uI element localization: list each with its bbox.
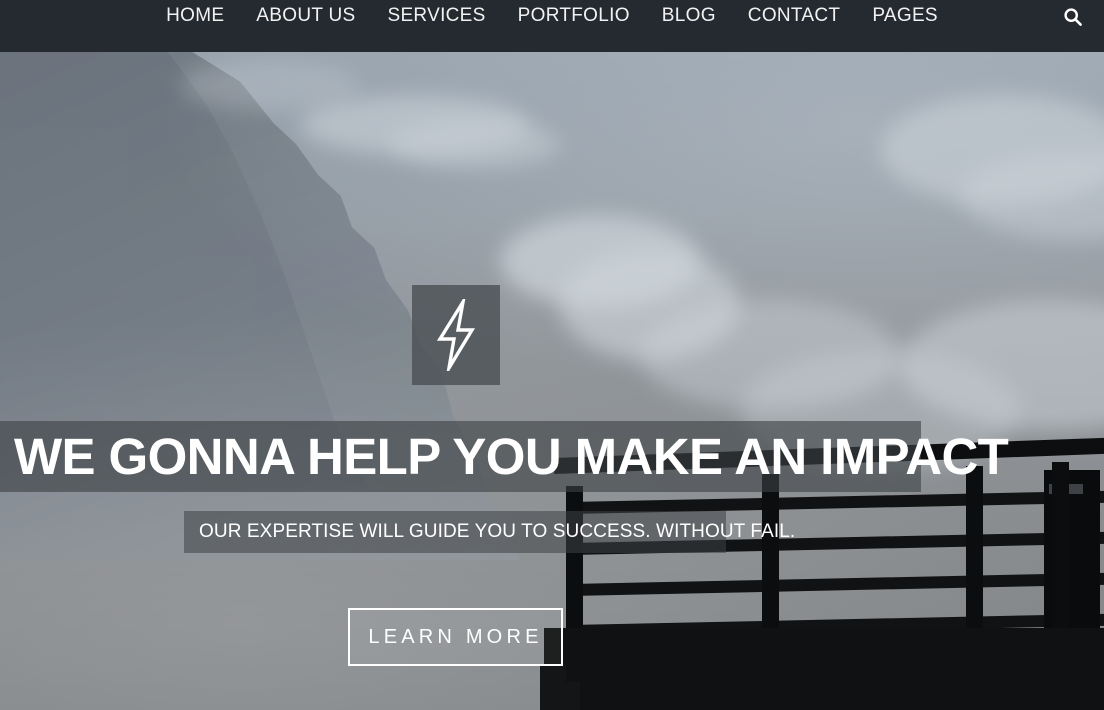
page-root: HOME ABOUT US SERVICES PORTFOLIO BLOG CO…: [0, 0, 1104, 710]
nav-item-contact[interactable]: CONTACT: [732, 3, 857, 29]
nav-item-blog[interactable]: BLOG: [646, 3, 732, 29]
subheadline-band: OUR EXPERTISE WILL GUIDE YOU TO SUCCESS.…: [184, 511, 795, 553]
learn-more-button[interactable]: LEARN MORE: [348, 608, 563, 666]
hero-logo-badge: [412, 285, 500, 385]
nav-item-home[interactable]: HOME: [150, 3, 240, 29]
headline-band: WE GONNA HELP YOU MAKE AN IMPACT: [0, 421, 1009, 492]
main-navigation: HOME ABOUT US SERVICES PORTFOLIO BLOG CO…: [0, 0, 1104, 52]
nav-item-portfolio[interactable]: PORTFOLIO: [502, 3, 646, 29]
hero-section: WE GONNA HELP YOU MAKE AN IMPACT OUR EXP…: [0, 0, 1104, 710]
nav-item-pages[interactable]: PAGES: [856, 3, 954, 29]
nav-item-about-us[interactable]: ABOUT US: [240, 3, 371, 29]
site-header: HOME ABOUT US SERVICES PORTFOLIO BLOG CO…: [0, 0, 1104, 52]
hero-headline: WE GONNA HELP YOU MAKE AN IMPACT: [14, 428, 1009, 485]
hero-subheadline: OUR EXPERTISE WILL GUIDE YOU TO SUCCESS.…: [199, 521, 796, 542]
search-icon: [1064, 8, 1082, 26]
nav-item-services[interactable]: SERVICES: [371, 3, 501, 29]
search-button[interactable]: [1058, 3, 1088, 31]
lightning-bolt-icon: [436, 299, 476, 371]
